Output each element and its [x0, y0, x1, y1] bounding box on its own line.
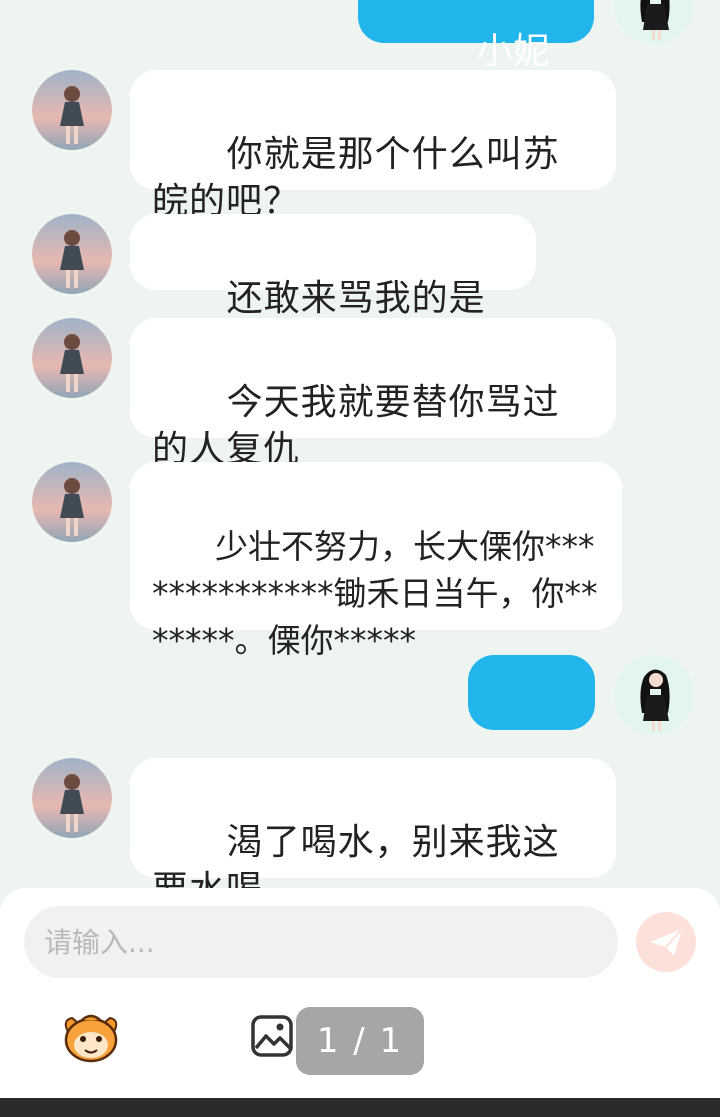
- message-text: 今天我就要替你骂过的人复仇: [152, 382, 560, 470]
- message-text: 你就是那个什么叫苏皖的吧？: [152, 134, 560, 222]
- avatar-contact-image: [32, 318, 112, 398]
- chat-area[interactable]: 小妮子666 你就是那个什么叫苏皖的: [0, 0, 720, 890]
- avatar-contact-image: [32, 758, 112, 838]
- avatar-contact-image: [32, 462, 112, 542]
- paper-plane-icon: [650, 928, 683, 956]
- page-indicator: 1 / 1: [296, 1007, 424, 1075]
- message-bubble[interactable]: 渴了喝水，别来我这要水喝: [130, 758, 616, 890]
- avatar-contact[interactable]: [32, 758, 112, 838]
- cartoon-face-icon: [64, 1014, 118, 1063]
- send-button[interactable]: [636, 912, 696, 972]
- message-bubble[interactable]: 呵呵: [468, 655, 595, 807]
- message-input[interactable]: [24, 906, 618, 978]
- image-picker-button[interactable]: [250, 1014, 294, 1058]
- message-bubble[interactable]: 少壮不努力，长大傈你**************锄禾日当午，你*******。傈…: [130, 462, 622, 660]
- avatar-contact[interactable]: [32, 462, 112, 542]
- avatar-contact[interactable]: [32, 318, 112, 398]
- avatar-contact-image: [32, 70, 112, 150]
- message-bubble[interactable]: 今天我就要替你骂过的人复仇: [130, 318, 616, 470]
- avatar-self[interactable]: [614, 0, 694, 44]
- avatar-self[interactable]: [614, 655, 694, 735]
- system-navigation-bar: [0, 1098, 720, 1117]
- message-bubble[interactable]: 小妮子666: [358, 0, 594, 117]
- message-bubble[interactable]: 还敢来骂我的是吧？: [130, 214, 536, 366]
- emoji-button[interactable]: [60, 1010, 122, 1064]
- message-text: 少壮不努力，长大傈你**************锄禾日当午，你*******。傈…: [152, 527, 598, 660]
- avatar-self-image: [614, 0, 694, 44]
- avatar-self-image: [614, 655, 694, 735]
- avatar-contact[interactable]: [32, 214, 112, 294]
- message-text: 渴了喝水，别来我这要水喝: [152, 822, 560, 890]
- image-icon: [251, 1015, 293, 1057]
- avatar-contact[interactable]: [32, 70, 112, 150]
- avatar-contact-image: [32, 214, 112, 294]
- message-bubble[interactable]: 你就是那个什么叫苏皖的吧？: [130, 70, 616, 222]
